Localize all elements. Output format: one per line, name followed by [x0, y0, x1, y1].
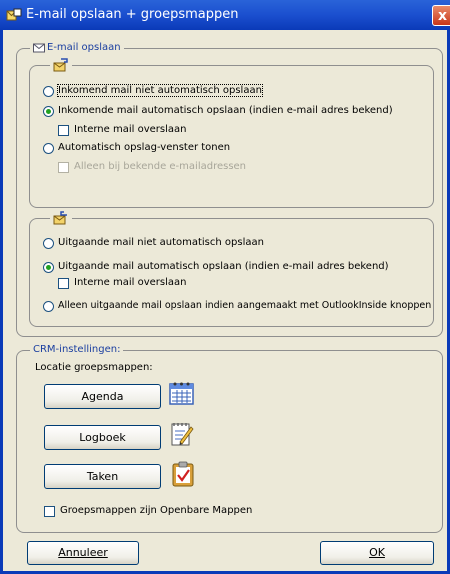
cancel-button[interactable]: Annuleer — [27, 541, 139, 565]
taken-button[interactable]: Taken — [44, 464, 161, 489]
outgoing-outlook-only-label: Alleen uitgaande mail opslaan indien aan… — [58, 300, 432, 311]
window-title: E-mail opslaan + groepsmappen — [26, 7, 239, 22]
incoming-not-auto-label: Inkomend mail niet automatisch opslaan — [57, 84, 263, 97]
outgoing-not-auto-label: Uitgaande mail niet automatisch opslaan — [58, 237, 264, 248]
incoming-not-auto-radio[interactable] — [43, 85, 54, 97]
outgoing-skip-internal-label: Interne mail overslaan — [74, 277, 187, 288]
mail-out-icon — [53, 211, 67, 225]
outgoing-not-auto-radio[interactable] — [43, 237, 54, 249]
incoming-known-only-label: Alleen bij bekende e-mailadressen — [74, 161, 247, 172]
outgoing-outlook-only-option[interactable]: Alleen uitgaande mail opslaan indien aan… — [43, 299, 431, 313]
mail-in-icon — [53, 58, 68, 72]
ok-button[interactable]: OK — [320, 541, 434, 565]
public-folders-checkbox[interactable] — [44, 505, 55, 517]
ok-button-label: OK — [369, 546, 385, 559]
logboek-button[interactable]: Logboek — [44, 425, 161, 450]
notepad-icon[interactable] — [170, 421, 194, 447]
outgoing-skip-internal-option[interactable]: Interne mail overslaan — [58, 276, 186, 290]
incoming-auto-label: Inkomende mail automatisch opslaan (indi… — [58, 105, 393, 116]
outgoing-auto-option[interactable]: Uitgaande mail automatisch opslaan (indi… — [43, 260, 389, 274]
incoming-known-only-option: Alleen bij bekende e-mailadressen — [58, 160, 246, 174]
outgoing-auto-label: Uitgaande mail automatisch opslaan (indi… — [58, 261, 389, 272]
outgoing-not-auto-option[interactable]: Uitgaande mail niet automatisch opslaan — [43, 236, 264, 250]
incoming-skip-internal-option[interactable]: Interne mail overslaan — [58, 123, 186, 137]
outgoing-mail-legend — [50, 211, 72, 228]
crm-settings-legend: CRM-instellingen: — [30, 344, 124, 355]
email-save-legend-label: E-mail opslaan — [47, 42, 121, 53]
outgoing-outlook-only-radio[interactable] — [43, 300, 54, 312]
cancel-button-label: Annuleer — [58, 546, 108, 559]
incoming-skip-internal-checkbox[interactable] — [58, 124, 69, 136]
outgoing-skip-internal-checkbox[interactable] — [58, 277, 69, 289]
group-folders-location-label: Locatie groepsmappen: — [35, 362, 153, 373]
incoming-not-auto-option[interactable]: Inkomend mail niet automatisch opslaan — [43, 84, 263, 98]
public-folders-option[interactable]: Groepsmappen zijn Openbare Mappen — [44, 504, 252, 518]
close-button[interactable]: x — [432, 5, 450, 26]
incoming-mail-legend — [50, 58, 72, 75]
incoming-known-only-checkbox — [58, 161, 69, 173]
incoming-auto-radio[interactable] — [43, 105, 54, 117]
app-icon — [6, 8, 22, 21]
incoming-show-window-label: Automatisch opslag-venster tonen — [58, 142, 231, 153]
incoming-skip-internal-label: Interne mail overslaan — [74, 124, 187, 135]
email-icon — [33, 43, 45, 53]
close-icon: x — [437, 8, 448, 24]
title-bar[interactable]: E-mail opslaan + groepsmappen x — [0, 0, 450, 30]
public-folders-label: Groepsmappen zijn Openbare Mappen — [60, 505, 253, 516]
task-clipboard-icon[interactable] — [172, 461, 194, 487]
incoming-show-window-option[interactable]: Automatisch opslag-venster tonen — [43, 141, 230, 155]
outgoing-auto-radio[interactable] — [43, 261, 54, 273]
incoming-auto-option[interactable]: Inkomende mail automatisch opslaan (indi… — [43, 104, 393, 118]
incoming-show-window-radio[interactable] — [43, 142, 54, 154]
agenda-button[interactable]: Agenda — [44, 384, 161, 409]
calendar-icon[interactable] — [169, 381, 194, 405]
email-save-legend: E-mail opslaan — [30, 42, 124, 53]
